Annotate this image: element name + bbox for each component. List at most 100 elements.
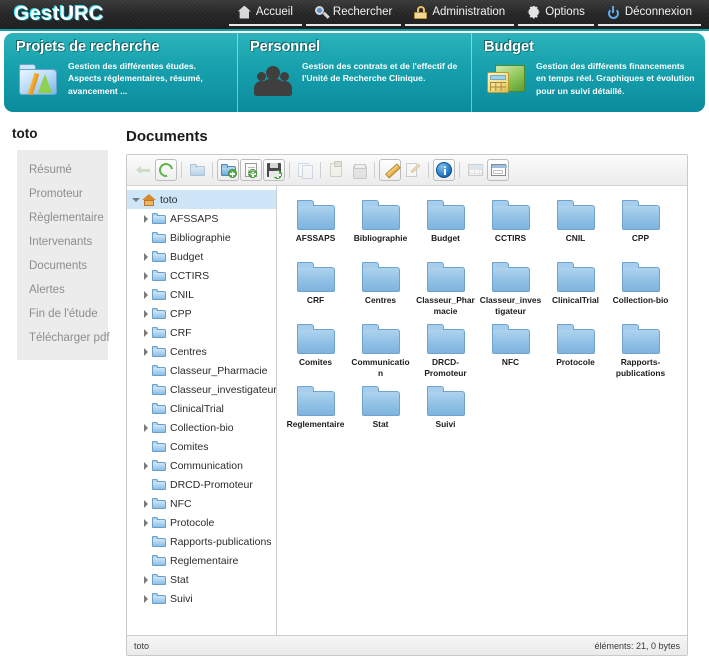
tree-node[interactable]: Suivi [127,589,276,608]
banner-card-projets[interactable]: Projets de recherche Gestion des différe… [4,33,237,112]
banner-card-personnel[interactable]: Personnel Gestion des contrats et de l'e… [237,33,471,112]
chevron-right-icon[interactable] [141,422,152,433]
tree-node[interactable]: Collection-bio [127,418,276,437]
nav-item-accueil[interactable]: Accueil [228,4,302,26]
folder-tree[interactable]: toto AFSSAPS Bibliographie Budget CCTIRS CNIL… [127,186,277,635]
tree-node[interactable]: CNIL [127,285,276,304]
folder-grid-item[interactable]: Rapports-publications [608,320,673,382]
folder-grid-item[interactable]: Bibliographie [348,196,413,258]
grid-view-icon [467,164,484,176]
refresh-button[interactable] [155,159,177,181]
folder-icon [152,403,166,414]
chevron-down-icon[interactable] [131,194,142,205]
sidebar-item-tlchargerpdf[interactable]: Télécharger pdf [17,326,110,350]
folder-grid-item[interactable]: Comites [283,320,348,382]
folder-grid-item[interactable]: CPP [608,196,673,258]
sidebar-item-findeltude[interactable]: Fin de l'étude [17,302,108,326]
banner-card-title: Personnel [250,39,321,55]
folder-grid-label: Communication [351,357,410,378]
chevron-right-icon[interactable] [141,213,152,224]
folder-grid-item[interactable]: CCTIRS [478,196,543,258]
app-logo[interactable]: GestURC [14,3,104,26]
chevron-right-icon[interactable] [141,346,152,357]
folder-grid-item[interactable]: Protocole [543,320,608,382]
folder-icon [361,386,400,416]
folder-grid-item[interactable]: Collection-bio [608,258,673,320]
chevron-right-icon[interactable] [141,251,152,262]
folder-grid-item[interactable]: Suivi [413,382,478,444]
folder-icon [426,324,465,354]
folder-grid-item[interactable]: Classeur_Pharmacie [413,258,478,320]
tree-node-label: DRCD-Promoteur [170,478,253,491]
nav-item-rechercher[interactable]: Rechercher [305,4,402,26]
chevron-right-icon[interactable] [141,460,152,471]
chevron-right-icon[interactable] [141,270,152,281]
chevron-right-icon[interactable] [141,498,152,509]
sidebar-item-rsum[interactable]: Résumé [17,158,108,182]
chevron-right-icon[interactable] [141,327,152,338]
folder-icon [556,262,595,292]
info-button[interactable] [433,159,455,181]
sidebar-item-intervenants[interactable]: Intervenants [17,230,108,254]
tree-node[interactable]: Centres [127,342,276,361]
tree-node[interactable]: Stat [127,570,276,589]
tree-node[interactable]: Classeur_investigateur [127,380,276,399]
folder-grid-item[interactable]: Reglementaire [283,382,348,444]
sidebar-item-documents[interactable]: Documents [17,254,108,278]
tree-node[interactable]: CPP [127,304,276,323]
tree-node[interactable]: Communication [127,456,276,475]
tree-node[interactable]: ClinicalTrial [127,399,276,418]
tree-node[interactable]: Comites [127,437,276,456]
sidebar-item-alertes[interactable]: Alertes [17,278,108,302]
tree-root-node[interactable]: toto [127,190,276,209]
chevron-right-icon[interactable] [141,289,152,300]
new-file-button[interactable] [240,159,262,181]
folder-grid-item[interactable]: Communication [348,320,413,382]
folder-grid-item[interactable]: NFC [478,320,543,382]
folder-grid-item[interactable]: CRF [283,258,348,320]
tree-node[interactable]: Bibliographie [127,228,276,247]
folder-grid-item[interactable]: Budget [413,196,478,258]
icon-view-button[interactable] [487,159,509,181]
add-badge-icon [248,169,257,178]
chevron-right-icon[interactable] [141,593,152,604]
home-icon [237,5,251,19]
chevron-right-icon[interactable] [141,517,152,528]
chevron-right-icon[interactable] [141,574,152,585]
nav-item-options[interactable]: Options [518,4,594,26]
tree-node[interactable]: Reglementaire [127,551,276,570]
folder-grid-item[interactable]: Centres [348,258,413,320]
folder-icon [621,262,660,292]
tree-node-label: Protocole [170,516,215,529]
tree-node[interactable]: Protocole [127,513,276,532]
tree-node[interactable]: NFC [127,494,276,513]
tree-node[interactable]: DRCD-Promoteur [127,475,276,494]
rename-button[interactable] [379,159,401,181]
chevron-right-icon[interactable] [141,308,152,319]
folder-grid-item[interactable]: Classeur_investigateur [478,258,543,320]
folder-grid-item[interactable]: CNIL [543,196,608,258]
tree-node[interactable]: Classeur_Pharmacie [127,361,276,380]
folder-grid-item[interactable]: Stat [348,382,413,444]
folder-icon-grid[interactable]: AFSSAPS Bibliographie Budget CCTIRS CNIL CPP C… [277,186,687,635]
banner-card-desc: Gestion des différentes études. Aspects … [68,61,203,96]
banner-card-budget[interactable]: Budget Gestion des différents financemen… [471,33,705,112]
nav-item-administration[interactable]: Administration [405,4,515,26]
sidebar-item-label: Résumé [29,164,72,176]
sidebar-item-label: Télécharger pdf [29,332,110,344]
study-sidebar-menu: Résumé Promoteur Règlementaire Intervenants… [17,150,110,360]
tree-node[interactable]: AFSSAPS [127,209,276,228]
tree-node[interactable]: Rapports-publications [127,532,276,551]
tree-node[interactable]: CRF [127,323,276,342]
folder-grid-item[interactable]: AFSSAPS [283,196,348,258]
sidebar-item-rglementaire[interactable]: Règlementaire [17,206,108,230]
save-button[interactable] [263,159,285,181]
folder-grid-item[interactable]: ClinicalTrial [543,258,608,320]
new-folder-button[interactable] [217,159,239,181]
nav-item-dconnexion[interactable]: Déconnexion [597,4,701,26]
folder-grid-item[interactable]: DRCD-Promoteur [413,320,478,382]
tree-node[interactable]: Budget [127,247,276,266]
sidebar-item-promoteur[interactable]: Promoteur [17,182,108,206]
tree-node[interactable]: CCTIRS [127,266,276,285]
